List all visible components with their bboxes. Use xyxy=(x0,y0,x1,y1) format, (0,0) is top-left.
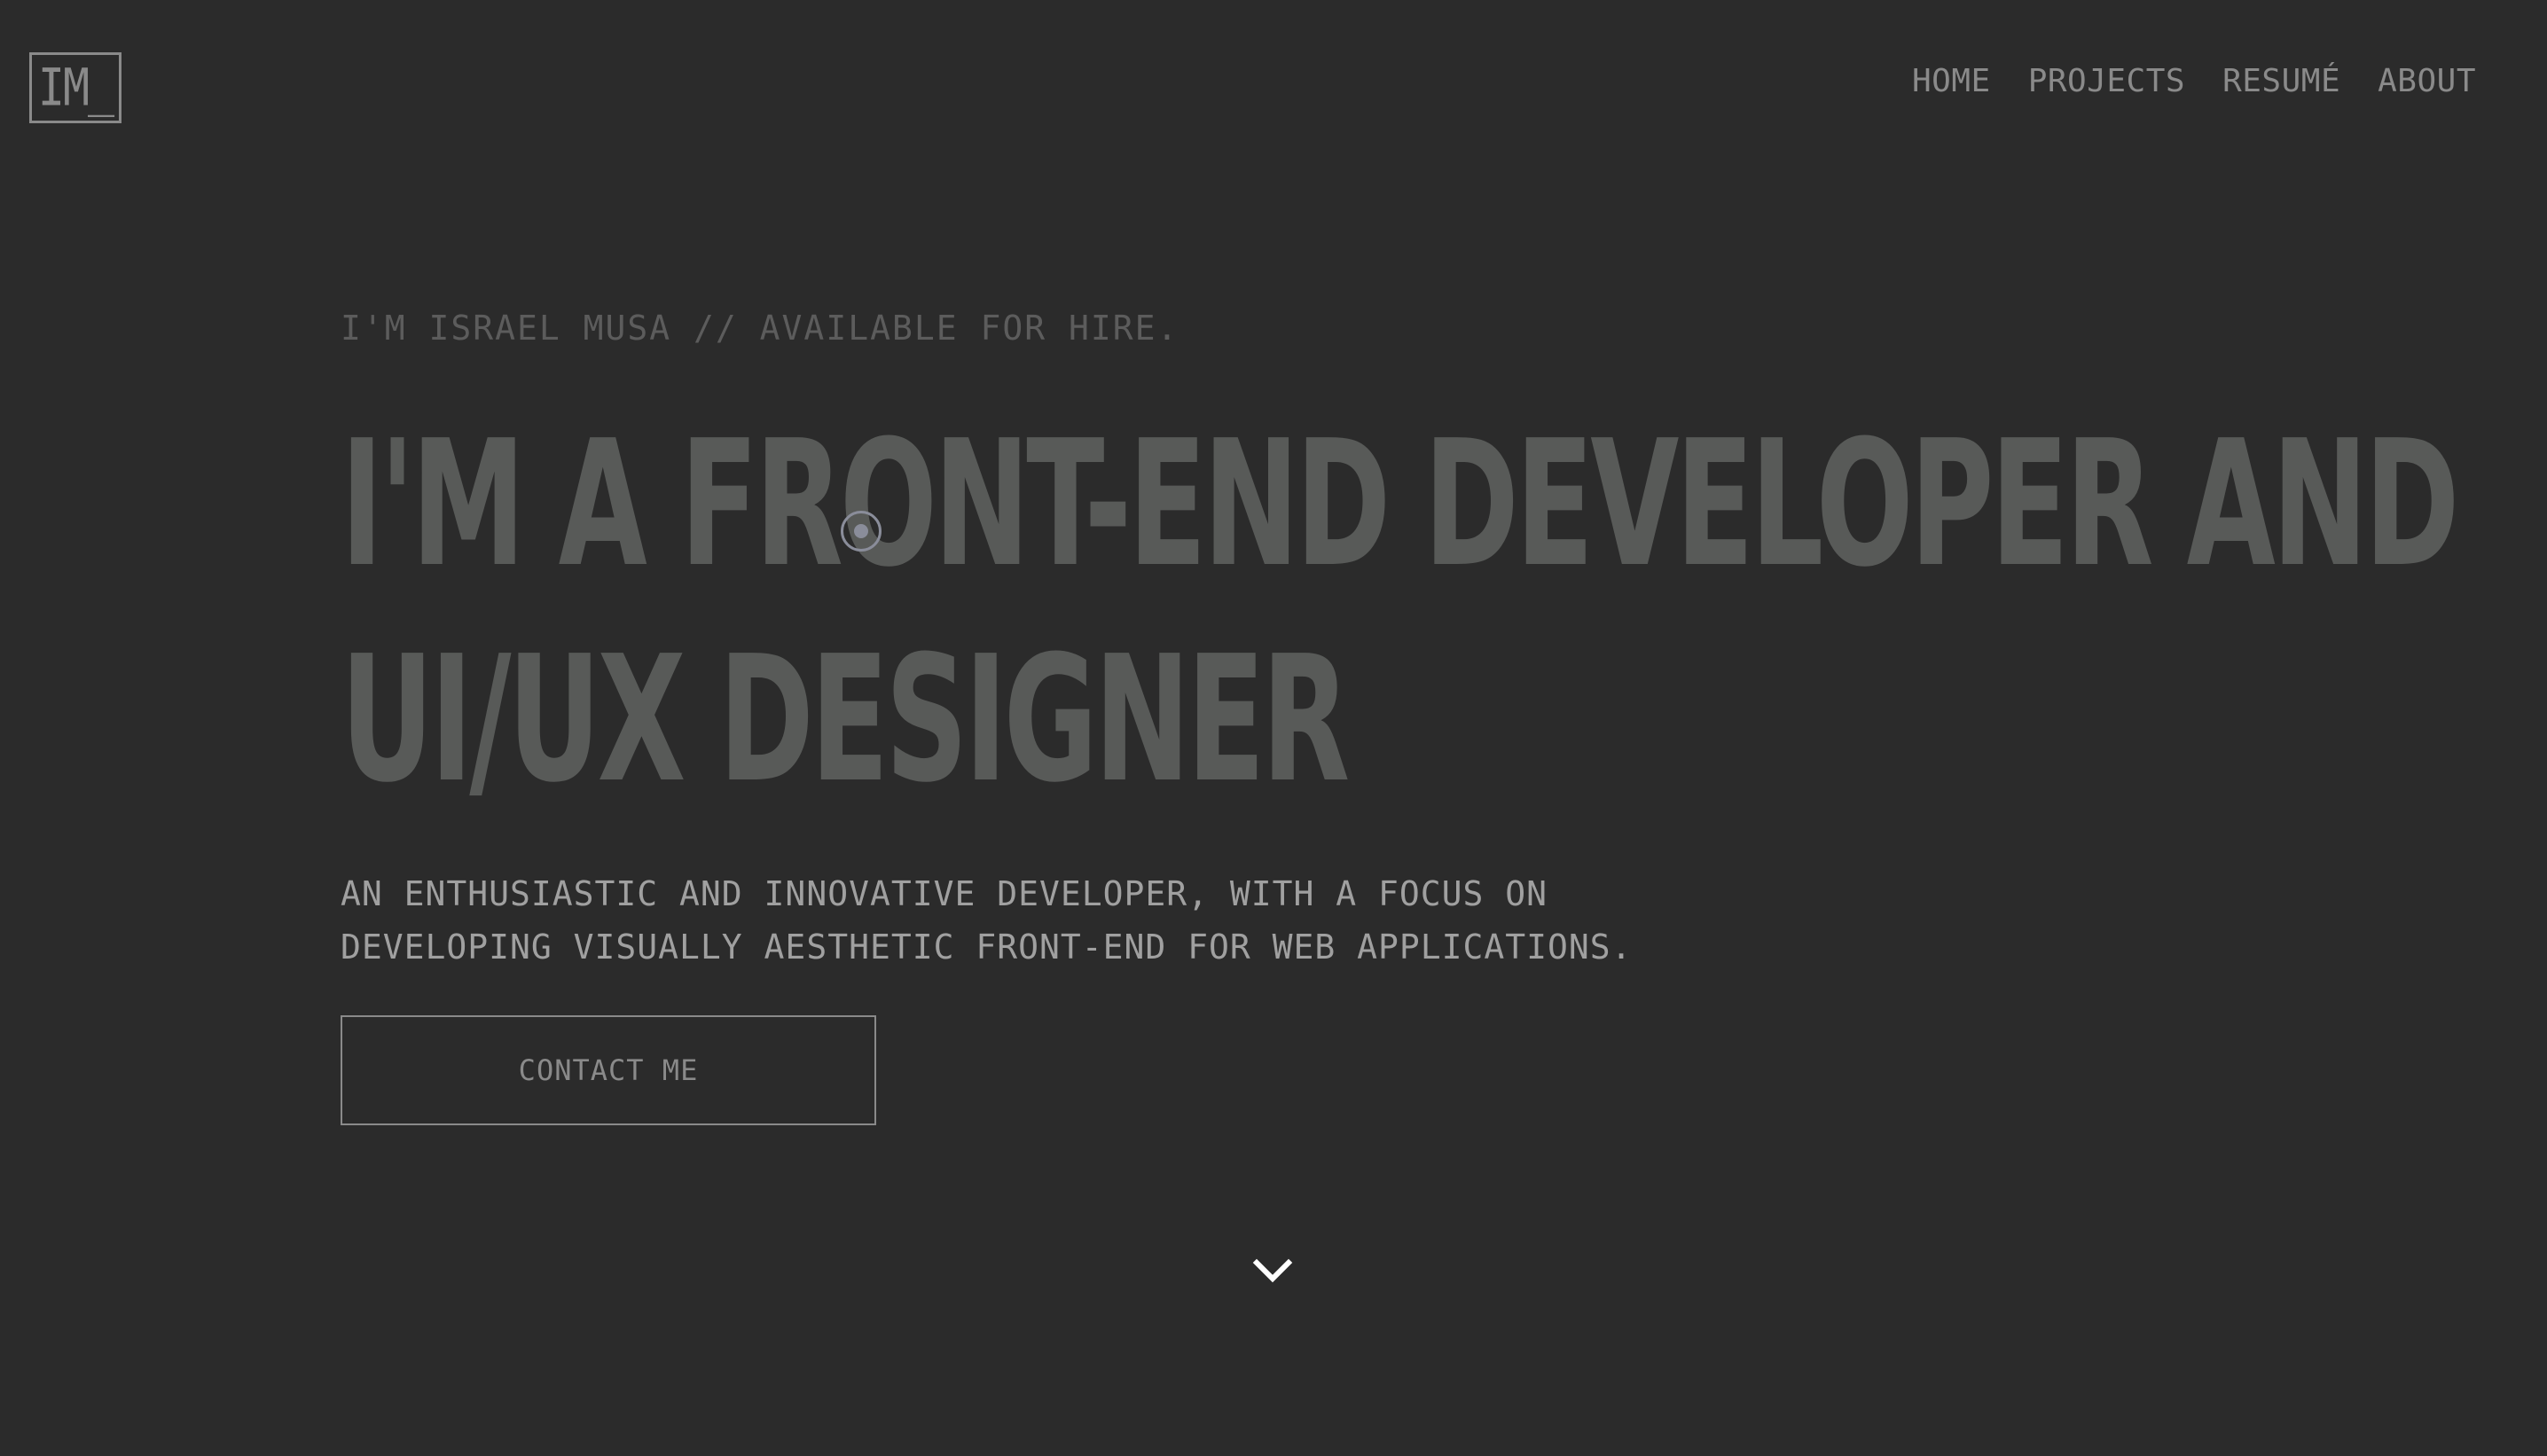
chevron-down-icon[interactable] xyxy=(1251,1256,1294,1286)
nav-item-resume[interactable]: RESUMÉ xyxy=(2222,62,2340,101)
hero-description: AN ENTHUSIASTIC AND INNOVATIVE DEVELOPER… xyxy=(341,867,1848,974)
main-nav: HOME PROJECTS RESUMÉ ABOUT xyxy=(1912,62,2476,101)
headline-line-2: UI/UX DESIGNER xyxy=(341,619,1350,821)
contact-me-button[interactable]: CONTACT ME xyxy=(341,1015,876,1125)
nav-item-projects[interactable]: PROJECTS xyxy=(2028,62,2185,101)
nav-item-home[interactable]: HOME xyxy=(1912,62,1991,101)
chevron-down-svg xyxy=(1252,1258,1293,1283)
headline-line-1: I'M A FRONT-END DEVELOPER AND xyxy=(341,403,2460,606)
logo-text: IM_ xyxy=(37,58,114,118)
nav-item-about[interactable]: ABOUT xyxy=(2378,62,2476,101)
hero-section: I'M ISRAEL MUSA // AVAILABLE FOR HIRE. I… xyxy=(341,301,2460,1125)
hero-eyebrow: I'M ISRAEL MUSA // AVAILABLE FOR HIRE. xyxy=(341,309,1179,348)
hero-headline: I'M A FRONT-END DEVELOPER AND UI/UX DESI… xyxy=(341,397,2460,828)
description-line-1: AN ENTHUSIASTIC AND INNOVATIVE DEVELOPER… xyxy=(341,874,1548,913)
description-line-2: DEVELOPING VISUALLY AESTHETIC FRONT-END … xyxy=(341,928,1633,967)
logo[interactable]: IM_ xyxy=(29,52,121,123)
page: IM_ HOME PROJECTS RESUMÉ ABOUT I'M ISRAE… xyxy=(0,0,2547,1456)
cursor-dot-icon xyxy=(854,524,868,538)
